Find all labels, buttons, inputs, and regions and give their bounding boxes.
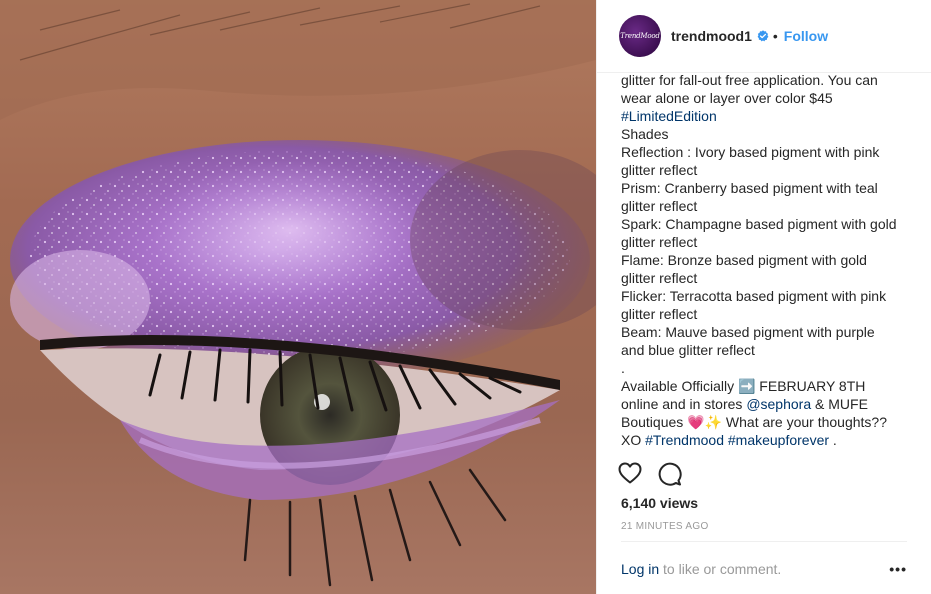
avatar-logo-text: TrendMood [620, 32, 660, 40]
caption-line: XO #Trendmood #makeupforever . [621, 431, 916, 449]
view-count: 6,140 views [621, 495, 699, 511]
caption-line: Flame: Bronze based pigment with gold [621, 251, 916, 269]
caption-text: & MUFE [811, 396, 868, 412]
caption-line: Prism: Cranberry based pigment with teal [621, 179, 916, 197]
login-prompt: Log in to like or comment. [621, 561, 781, 577]
caption-text: glitter for fall-out free application. Y… [621, 72, 878, 88]
caption-line: and blue glitter reflect [621, 341, 916, 359]
caption-text: glitter reflect [621, 198, 698, 214]
header-separator: • [772, 28, 778, 44]
post-header: TrendMood trendmood1 • Follow [597, 0, 931, 73]
caption-text: and blue glitter reflect [621, 342, 755, 358]
username-link[interactable]: trendmood1 [671, 28, 752, 44]
caption-line: glitter reflect [621, 305, 916, 323]
caption-text: Reflection : Ivory based pigment with pi… [621, 144, 880, 160]
heart-outline-icon[interactable] [618, 462, 642, 484]
login-link[interactable]: Log in [621, 561, 659, 577]
comment-bubble-icon[interactable] [658, 462, 682, 486]
caption-text: glitter reflect [621, 270, 698, 286]
caption-text: Beam: Mauve based pigment with purple [621, 324, 875, 340]
caption-text: wear alone or layer over color $45 [621, 90, 833, 106]
caption-line: . [621, 359, 916, 377]
caption-text: online and in stores [621, 396, 747, 412]
post-sidebar: TrendMood trendmood1 • Follow glitter fo… [596, 0, 931, 594]
caption-line: Reflection : Ivory based pigment with pi… [621, 143, 916, 161]
mention-link[interactable]: @sephora [746, 396, 811, 412]
caption-line: Flicker: Terracotta based pigment with p… [621, 287, 916, 305]
more-options-icon[interactable]: ••• [889, 561, 907, 577]
caption-line: #LimitedEdition [621, 107, 916, 125]
follow-button[interactable]: Follow [784, 28, 828, 44]
caption-text: . [621, 360, 625, 376]
divider [621, 541, 907, 542]
caption-line: Shades [621, 125, 916, 143]
caption-line: Available Officially ➡️ FEBRUARY 8TH [621, 377, 916, 395]
avatar[interactable]: TrendMood [619, 15, 661, 57]
action-bar [618, 462, 682, 486]
caption-line: wear alone or layer over color $45 [621, 89, 916, 107]
instagram-post: TrendMood trendmood1 • Follow glitter fo… [0, 0, 931, 594]
caption-text: Spark: Champagne based pigment with gold [621, 216, 897, 232]
caption-line: glitter reflect [621, 161, 916, 179]
caption-text: Flame: Bronze based pigment with gold [621, 252, 867, 268]
caption-line: Beam: Mauve based pigment with purple [621, 323, 916, 341]
caption-text: . [829, 432, 837, 448]
caption-line: Spark: Champagne based pigment with gold [621, 215, 916, 233]
hashtag-link[interactable]: #Trendmood [645, 432, 724, 448]
caption-line: glitter reflect [621, 233, 916, 251]
caption-line: Boutiques 💗✨ What are your thoughts?? [621, 413, 916, 431]
caption-line: online and in stores @sephora & MUFE [621, 395, 916, 413]
caption-text: Flicker: Terracotta based pigment with p… [621, 288, 887, 304]
caption-text: Prism: Cranberry based pigment with teal [621, 180, 878, 196]
hashtag-link[interactable]: #LimitedEdition [621, 108, 717, 124]
caption-text: XO [621, 432, 646, 448]
post-caption: glitter for fall-out free application. Y… [621, 71, 916, 451]
login-prompt-text: to like or comment. [659, 561, 782, 577]
caption-line: glitter reflect [621, 197, 916, 215]
caption-text: Shades [621, 126, 669, 142]
verified-badge-icon [757, 30, 769, 42]
eye-makeup-photo [0, 0, 596, 594]
caption-line: glitter for fall-out free application. Y… [621, 71, 916, 89]
post-photo[interactable] [0, 0, 596, 594]
caption-text: glitter reflect [621, 234, 698, 250]
caption-text: glitter reflect [621, 306, 698, 322]
caption-text: Boutiques 💗✨ What are your thoughts?? [621, 414, 888, 430]
caption-text: Available Officially ➡️ FEBRUARY 8TH [621, 378, 866, 394]
caption-line: glitter reflect [621, 269, 916, 287]
post-timestamp: 21 MINUTES AGO [621, 521, 709, 532]
hashtag-link[interactable]: #makeupforever [728, 432, 829, 448]
caption-text: glitter reflect [621, 162, 698, 178]
